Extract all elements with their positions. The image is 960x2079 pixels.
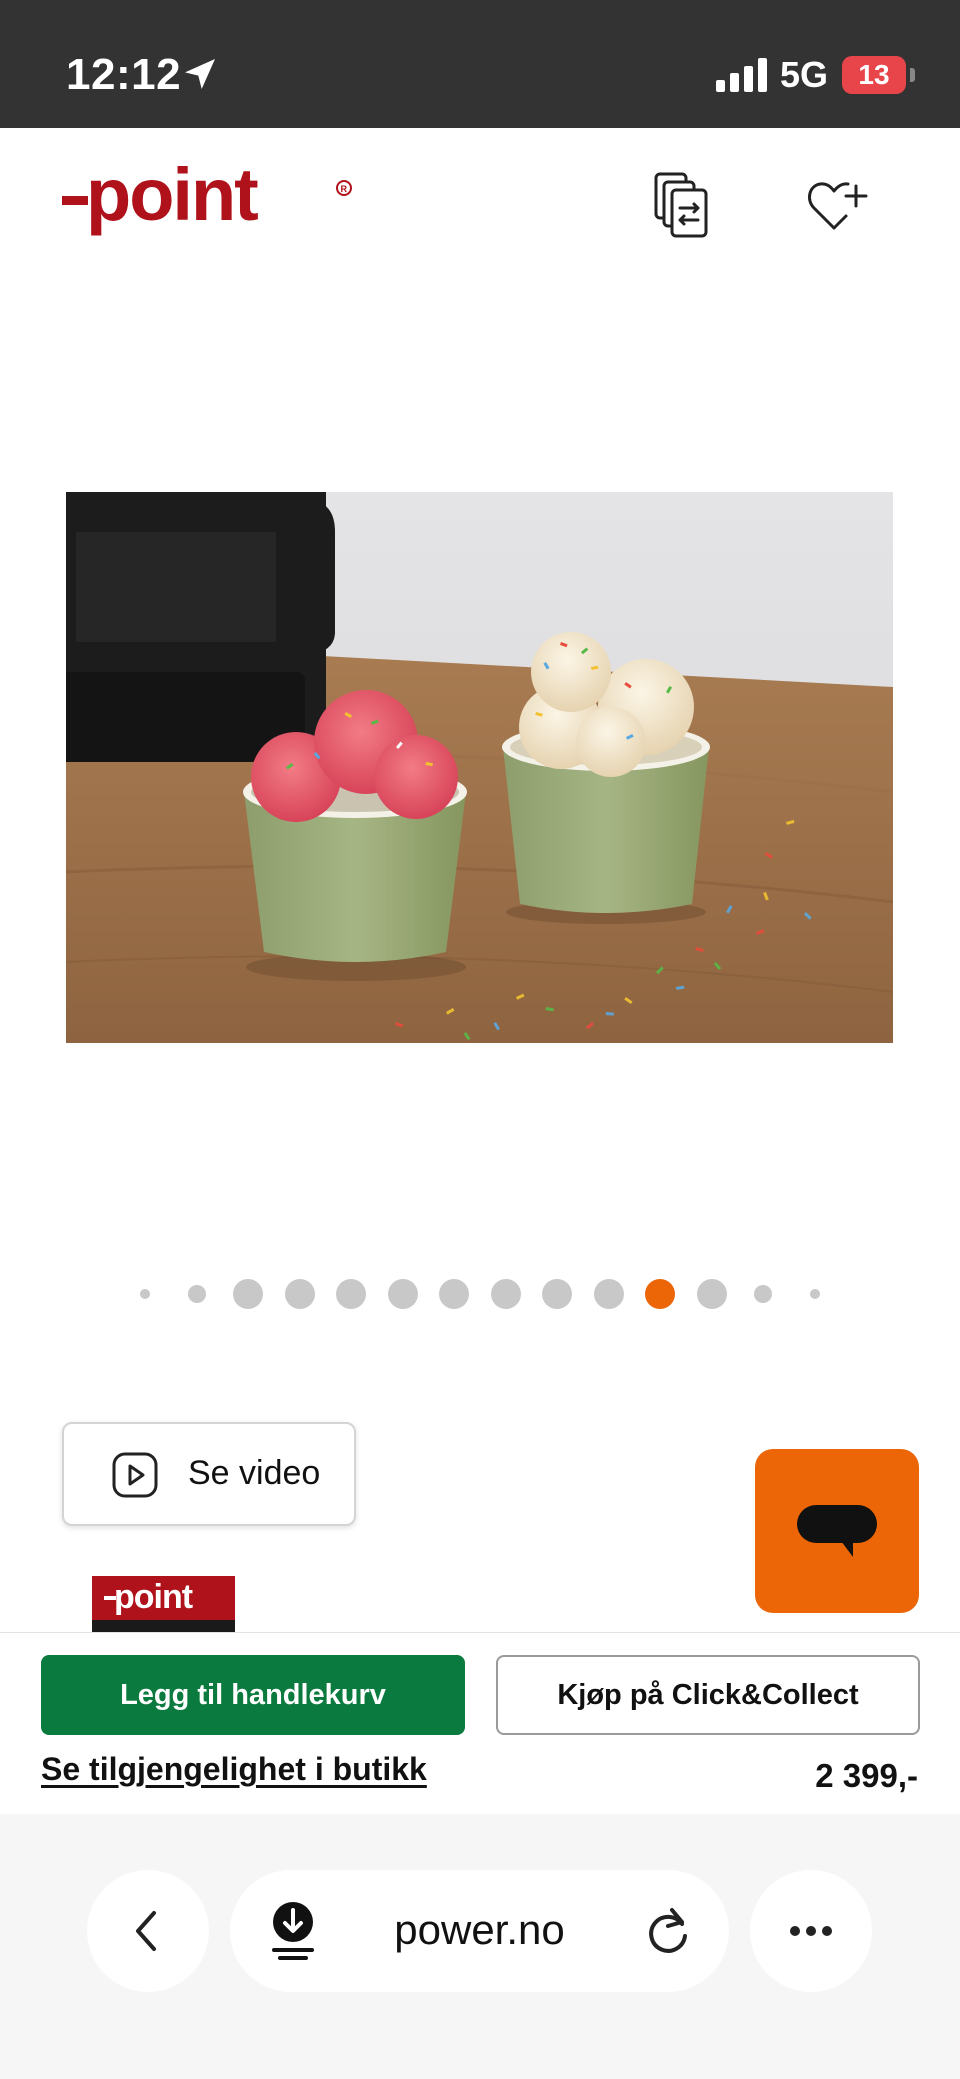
address-bar[interactable]: power.no [230,1870,729,1992]
carousel-dot[interactable] [809,1289,820,1299]
carousel-dot[interactable] [542,1279,573,1309]
see-video-button[interactable]: Se video [62,1422,356,1526]
back-button[interactable] [87,1870,209,1992]
chat-button[interactable] [755,1449,919,1613]
carousel-dot[interactable] [490,1279,521,1309]
compare-icon[interactable] [652,170,712,242]
carousel-dot[interactable] [754,1285,773,1303]
browser-toolbar: power.no [0,1814,960,2079]
carousel-dot[interactable] [187,1285,206,1303]
chat-bubble-icon [797,1505,877,1557]
svg-text:R: R [341,184,348,194]
carousel-dot-active[interactable] [645,1279,676,1309]
carousel-dot[interactable] [336,1279,367,1309]
click-and-collect-button[interactable]: Kjøp på Click&Collect [496,1655,920,1735]
brand-badge: point [92,1576,235,1634]
image-carousel-dots [0,1264,960,1324]
status-time: 12:12 [66,50,182,99]
brand-logo[interactable]: point R [62,160,358,250]
svg-text:point: point [86,160,258,236]
carousel-dot[interactable] [696,1279,727,1309]
signal-icon [716,58,767,92]
play-icon [112,1452,158,1498]
brand-badge-text: point [114,1578,193,1616]
carousel-dot[interactable] [387,1279,418,1309]
wishlist-add-icon[interactable] [806,176,868,234]
battery-tip [910,68,915,82]
more-options-button[interactable] [750,1870,872,1992]
network-label: 5G [780,54,829,95]
carousel-dot[interactable] [284,1279,315,1309]
carousel-dot[interactable] [593,1279,624,1309]
product-image[interactable] [66,492,893,1043]
more-dots-icon [790,1926,832,1936]
see-video-label: Se video [188,1454,321,1492]
carousel-dot[interactable] [140,1289,151,1299]
battery-indicator: 13 [842,56,906,94]
purchase-bar: Legg til handlekurv Kjøp på Click&Collec… [0,1632,960,1815]
add-to-cart-button[interactable]: Legg til handlekurv [41,1655,465,1735]
location-arrow-icon [185,59,215,89]
store-availability-link[interactable]: Se tilgjengelighet i butikk [41,1751,427,1788]
chevron-left-icon [136,1911,156,1951]
product-price: 2 399,- [815,1757,918,1794]
reload-icon[interactable] [642,1904,694,1958]
status-bar: 12:12 5G 13 [0,0,960,128]
carousel-dot[interactable] [233,1279,264,1309]
carousel-dot[interactable] [439,1279,470,1309]
product-photo [66,492,893,1043]
brand-badge-logo: point [92,1578,235,1634]
